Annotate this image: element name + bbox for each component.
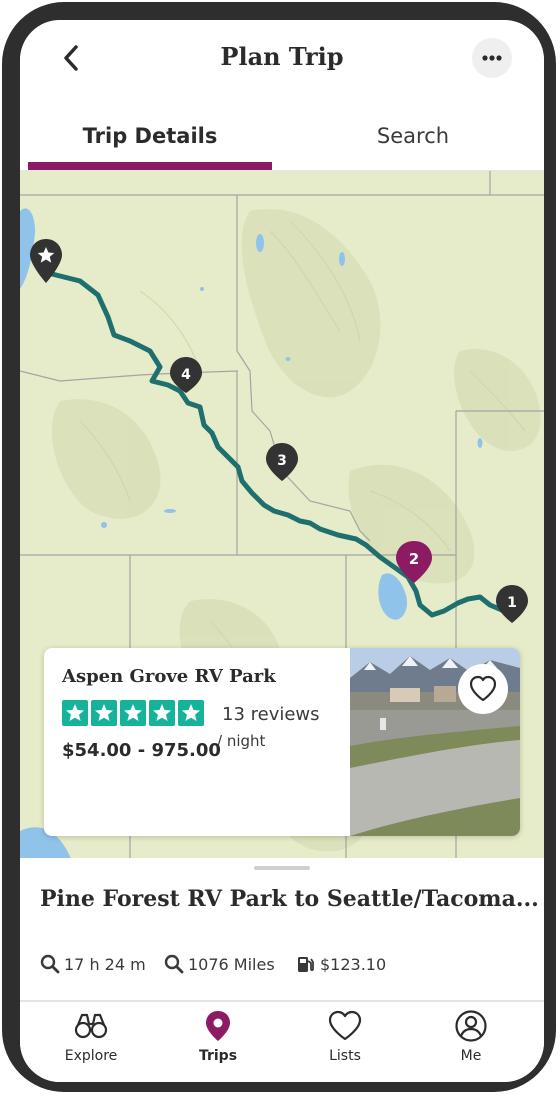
star-icon	[178, 700, 204, 726]
phone-frame: Plan Trip Trip Details Search 4 3 2 1 As…	[2, 2, 556, 1092]
nav-lists[interactable]: Lists	[290, 1010, 400, 1064]
trip-fuel-cost: $123.10	[296, 954, 386, 974]
user-icon	[455, 1010, 487, 1042]
svg-text:4: 4	[181, 367, 191, 383]
binoculars-icon	[74, 1013, 108, 1039]
nav-me-label: Me	[460, 1048, 482, 1064]
price-unit: / night	[217, 732, 266, 750]
star-icon	[149, 700, 175, 726]
route-title: Pine Forest RV Park to Seattle/Tacoma...	[40, 886, 539, 912]
svg-text:3: 3	[277, 453, 287, 469]
trip-distance: 1076 Miles	[164, 954, 275, 974]
ellipsis-icon	[482, 55, 502, 61]
nav-trips[interactable]: Trips	[163, 1010, 273, 1064]
search-icon	[40, 954, 60, 974]
nav-explore-label: Explore	[64, 1048, 118, 1064]
trip-summary-sheet: Pine Forest RV Park to Seattle/Tacoma...…	[20, 858, 544, 1000]
page-title: Plan Trip	[220, 42, 344, 71]
duration-value: 17 h 24 m	[64, 955, 146, 974]
header: Plan Trip	[20, 20, 544, 106]
nav-trips-label: Trips	[198, 1048, 238, 1064]
distance-value: 1076 Miles	[188, 955, 275, 974]
svg-text:2: 2	[409, 550, 419, 568]
star-icon	[120, 700, 146, 726]
nav-lists-label: Lists	[329, 1048, 361, 1064]
sheet-drag-handle[interactable]	[254, 866, 310, 870]
app-screen: Plan Trip Trip Details Search 4 3 2 1 As…	[20, 20, 544, 1082]
campground-card[interactable]: Aspen Grove RV Park 13 reviews $54.00 - …	[44, 648, 520, 836]
star-icon	[91, 700, 117, 726]
bottom-navigation: Explore Trips Lists Me	[20, 1000, 544, 1082]
route-marker-3[interactable]: 3	[266, 443, 298, 481]
map-pin-icon	[206, 1011, 230, 1041]
heart-icon	[328, 1010, 362, 1041]
tab-trip-details[interactable]: Trip Details	[20, 124, 280, 148]
fuel-pump-icon	[298, 957, 314, 972]
star-icon	[62, 700, 88, 726]
tab-search[interactable]: Search	[282, 124, 544, 148]
review-count[interactable]: 13 reviews	[222, 704, 320, 725]
nav-explore[interactable]: Explore	[36, 1010, 146, 1064]
star-rating	[62, 700, 207, 730]
search-icon	[164, 954, 184, 974]
active-tab-indicator	[28, 162, 272, 170]
fuel-cost-value: $123.10	[320, 955, 387, 974]
tab-bar: Trip Details Search	[20, 106, 544, 171]
nav-me[interactable]: Me	[416, 1010, 526, 1064]
trip-duration: 17 h 24 m	[40, 954, 146, 974]
svg-text:1: 1	[507, 595, 517, 611]
favorite-button[interactable]	[458, 664, 508, 714]
heart-icon	[469, 675, 497, 702]
price-range: $54.00 - 975.00	[62, 740, 221, 761]
more-options-button[interactable]	[472, 38, 512, 78]
route-marker-1[interactable]: 1	[496, 585, 528, 623]
campground-name: Aspen Grove RV Park	[62, 666, 276, 687]
